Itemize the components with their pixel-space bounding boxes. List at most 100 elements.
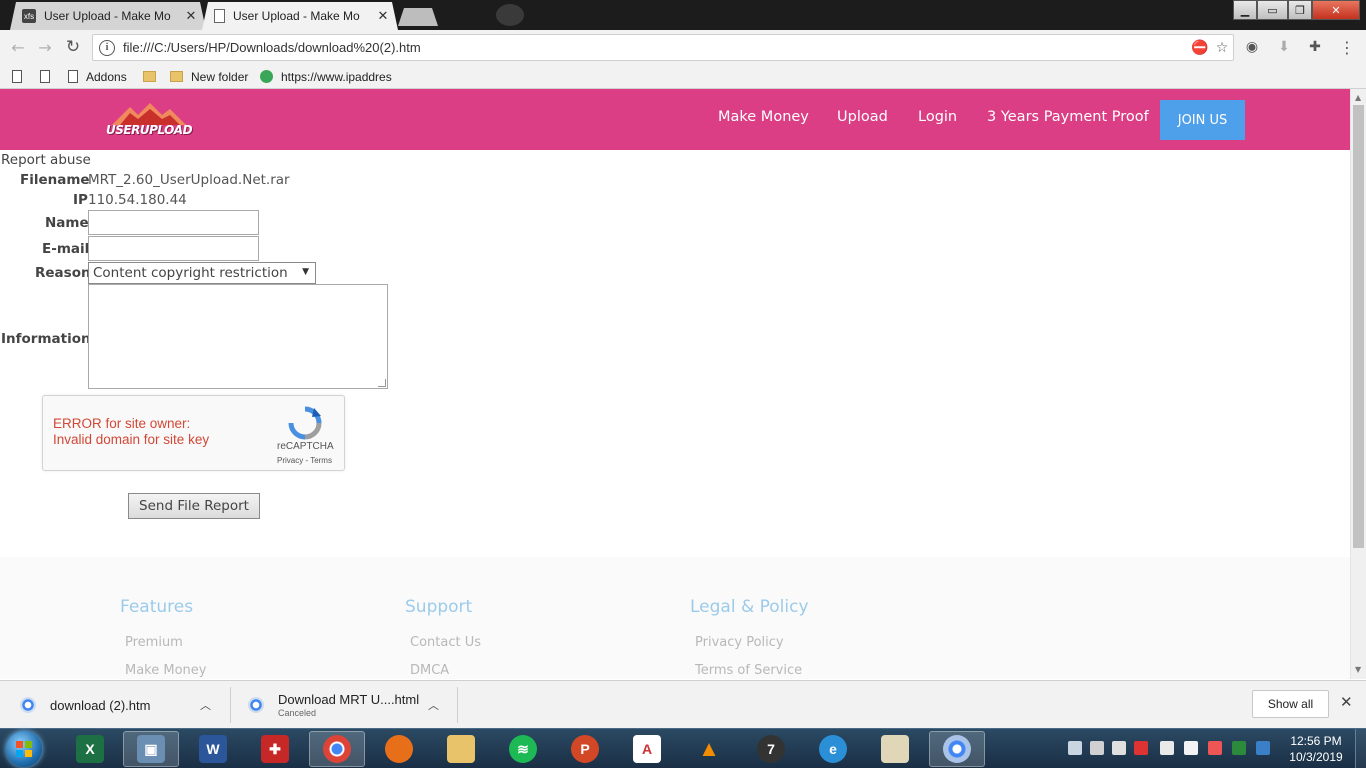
information-textarea[interactable] — [88, 284, 388, 389]
reload-icon[interactable]: ↻ — [63, 37, 83, 57]
scroll-down-arrow-icon[interactable]: ▼ — [1355, 665, 1361, 674]
reason-label: Reason — [35, 265, 91, 281]
window-restore-button[interactable]: ▭ — [1257, 0, 1288, 20]
bookmark-blank-2[interactable] — [40, 68, 58, 85]
bookmark-folder-1[interactable] — [143, 68, 164, 85]
nav-payment-proof[interactable]: 3 Years Payment Proof — [987, 109, 1149, 125]
download-item-1[interactable]: download (2).htm ︿ — [0, 681, 230, 729]
bookmark-ipaddress[interactable]: https://www.ipaddres — [260, 68, 396, 85]
taskbar-paint[interactable] — [867, 731, 923, 767]
chrome-file-icon — [20, 697, 36, 713]
action-center-icon[interactable] — [1184, 741, 1198, 755]
folder-icon — [170, 71, 183, 82]
address-url[interactable]: file:///C:/Users/HP/Downloads/download%2… — [123, 40, 1189, 55]
word-icon: W — [199, 735, 227, 763]
extensions-puzzle-icon[interactable]: ✚ — [1306, 38, 1324, 56]
footer-link-make-money[interactable]: Make Money — [125, 663, 206, 678]
taskbar-shield[interactable]: ✚ — [247, 731, 303, 767]
taskbar-chrome[interactable] — [309, 731, 365, 767]
bookmark-blank-1[interactable] — [12, 68, 30, 85]
taskbar-app-7[interactable]: 7 — [743, 731, 799, 767]
tab-close-icon[interactable]: ✕ — [184, 9, 198, 24]
tray-mail-icon[interactable] — [1068, 741, 1082, 755]
taskbar-chrome-2[interactable] — [929, 731, 985, 767]
taskbar-excel[interactable]: X — [62, 731, 118, 767]
taskbar-clock[interactable]: 12:56 PM 10/3/2019 — [1282, 733, 1350, 765]
filename-value: MRT_2.60_UserUpload.Net.rar — [88, 172, 290, 188]
volume-icon[interactable] — [1090, 741, 1104, 755]
back-arrow-icon[interactable]: ← — [8, 37, 28, 57]
bookmark-new-folder[interactable]: New folder — [170, 68, 248, 85]
window-close-button[interactable]: ✕ — [1312, 0, 1360, 20]
new-tab-button[interactable] — [398, 8, 438, 26]
windows-taskbar: X ▣ W ✚ ≋ P A ▲ 7 e 12:56 PM 10/3/2019 — [0, 728, 1366, 768]
tab-title: User Upload - Make Mo — [233, 9, 360, 23]
info-icon[interactable]: i — [99, 39, 115, 56]
profile-icon[interactable] — [496, 4, 524, 26]
nav-upload[interactable]: Upload — [837, 109, 888, 125]
browser-titlebar: xfs User Upload - Make Mo ✕ User Upload … — [0, 0, 1366, 30]
footer-link-dmca[interactable]: DMCA — [410, 663, 449, 678]
footer-link-terms[interactable]: Terms of Service — [695, 663, 802, 678]
close-icon[interactable]: ✕ — [1340, 693, 1353, 711]
chevron-up-icon[interactable]: ︿ — [428, 697, 439, 713]
name-input[interactable] — [88, 210, 259, 235]
tray-antivirus-icon[interactable] — [1232, 741, 1246, 755]
taskbar-computer[interactable]: ▣ — [123, 731, 179, 767]
tray-globe-icon[interactable] — [1256, 741, 1270, 755]
start-button[interactable] — [6, 731, 42, 767]
taskbar-fl-studio[interactable] — [371, 731, 427, 767]
nav-make-money[interactable]: Make Money — [718, 109, 809, 125]
scroll-up-arrow-icon[interactable]: ▲ — [1355, 93, 1361, 102]
ip-label: IP — [73, 192, 88, 208]
footer-heading-legal: Legal & Policy — [690, 597, 809, 617]
forward-arrow-icon[interactable]: → — [35, 37, 55, 57]
information-label: Information — [1, 331, 91, 347]
email-input[interactable] — [88, 236, 259, 261]
taskbar-reader[interactable]: A — [619, 731, 675, 767]
bookmark-addons[interactable]: Addons — [68, 68, 127, 85]
window-minimize-button[interactable]: ▁ — [1233, 0, 1257, 20]
page-scrollbar[interactable]: ▲ ▼ — [1350, 89, 1366, 679]
bookmark-label: Addons — [86, 69, 127, 84]
address-bar[interactable]: i file:///C:/Users/HP/Downloads/download… — [92, 34, 1234, 61]
browser-tab-1[interactable]: xfs User Upload - Make Mo ✕ — [10, 2, 206, 30]
taskbar-explorer[interactable] — [433, 731, 489, 767]
nav-login[interactable]: Login — [918, 109, 957, 125]
tab-close-icon[interactable]: ✕ — [376, 9, 390, 24]
taskbar-ie[interactable]: e — [805, 731, 861, 767]
reason-select[interactable]: Content copyright restriction ▼ — [88, 262, 316, 284]
download-item-2[interactable]: Download MRT U....html Canceled ︿ — [228, 681, 458, 729]
taskbar-powerpoint[interactable]: P — [557, 731, 613, 767]
bookmark-star-icon[interactable]: ☆ — [1211, 40, 1233, 56]
recaptcha-widget: ERROR for site owner: Invalid domain for… — [42, 395, 345, 471]
show-desktop-button[interactable] — [1355, 729, 1366, 768]
reason-selected-value: Content copyright restriction — [93, 265, 288, 281]
footer-link-privacy-policy[interactable]: Privacy Policy — [695, 635, 784, 650]
tray-device-icon[interactable] — [1160, 741, 1174, 755]
footer-link-premium[interactable]: Premium — [125, 635, 183, 650]
chrome-menu-icon[interactable]: ⋮ — [1338, 38, 1356, 57]
network-icon[interactable] — [1112, 741, 1126, 755]
taskbar-spotify[interactable]: ≋ — [495, 731, 551, 767]
show-all-button[interactable]: Show all — [1252, 690, 1329, 718]
scrollbar-thumb[interactable] — [1353, 105, 1364, 548]
tray-flag-icon[interactable] — [1208, 741, 1222, 755]
download-extension-icon[interactable]: ⬇ — [1275, 38, 1293, 56]
recaptcha-privacy-terms[interactable]: Privacy - Terms — [277, 456, 332, 465]
site-logo[interactable]: USERUPLOAD — [106, 103, 194, 139]
resize-grip-icon[interactable] — [378, 379, 386, 387]
window-maximize-button[interactable]: ❐ — [1288, 0, 1312, 20]
extension-globe-icon[interactable]: ◉ — [1243, 38, 1261, 56]
tray-shield-icon[interactable] — [1134, 741, 1148, 755]
taskbar-word[interactable]: W — [185, 731, 241, 767]
browser-tab-2-active[interactable]: User Upload - Make Mo ✕ — [202, 2, 398, 30]
chevron-up-icon[interactable]: ︿ — [200, 697, 211, 713]
join-us-button[interactable]: JOIN US — [1160, 100, 1245, 140]
chrome-icon — [943, 735, 971, 763]
blocked-content-icon[interactable]: ⛔ — [1189, 40, 1211, 56]
site-header: USERUPLOAD Make Money Upload Login 3 Yea… — [0, 89, 1350, 150]
footer-link-contact-us[interactable]: Contact Us — [410, 635, 481, 650]
send-file-report-button[interactable]: Send File Report — [128, 493, 260, 519]
taskbar-vlc[interactable]: ▲ — [681, 731, 737, 767]
